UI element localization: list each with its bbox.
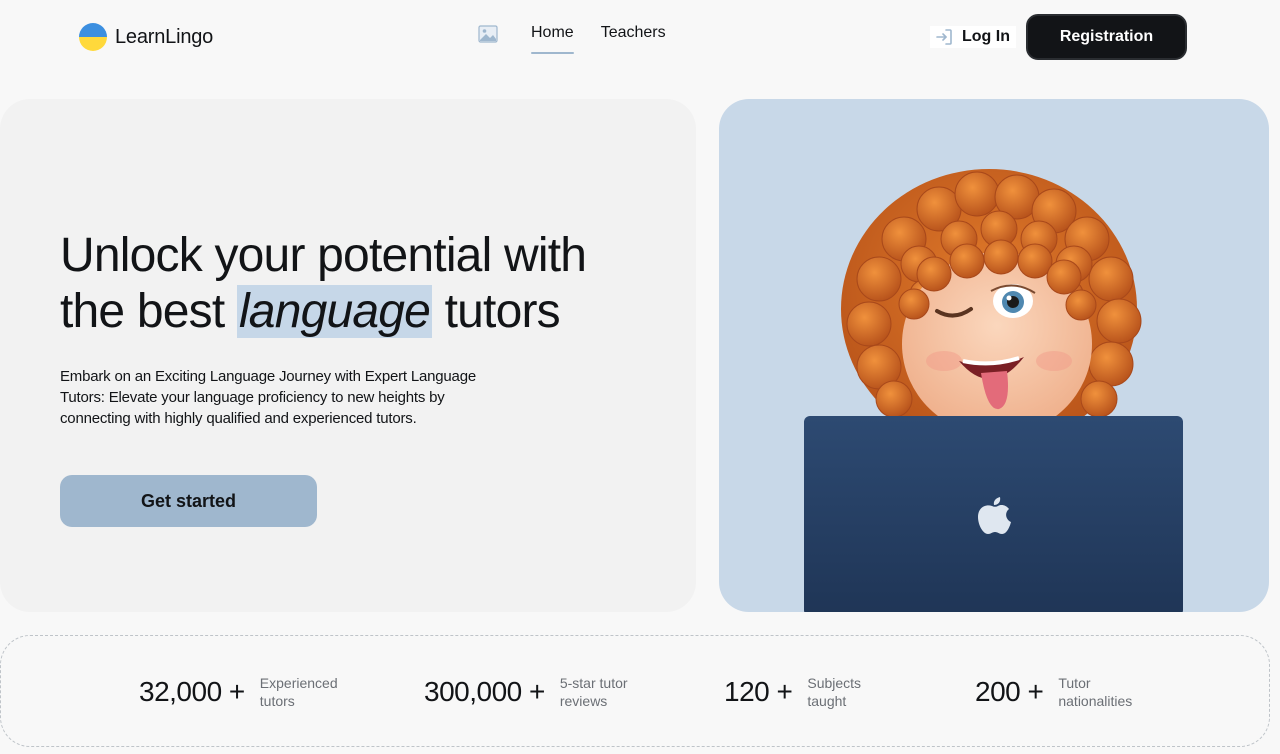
site-header: LearnLingo Home Teachers Log In Registra… (0, 0, 1280, 74)
brand-name: LearnLingo (115, 25, 214, 48)
hero-title-part2: tutors (432, 285, 561, 338)
stat-value: 300,000 + (424, 676, 545, 707)
main-nav: Home Teachers (531, 24, 666, 54)
get-started-button[interactable]: Get started (60, 475, 317, 527)
stats-bar: 32,000 + Experienced tutors 300,000 + 5-… (0, 635, 1270, 747)
login-icon (936, 29, 952, 45)
stat-tutor-nationalities: 200 + Tutor nationalities (975, 636, 1138, 748)
stat-value: 32,000 + (139, 676, 245, 707)
stat-label: 5-star tutor reviews (559, 675, 628, 709)
stat-value: 120 + (724, 676, 793, 707)
hero-illustration (719, 99, 1269, 612)
nav-teachers-link[interactable]: Teachers (601, 24, 666, 49)
stat-five-star-reviews: 300,000 + 5-star tutor reviews (424, 636, 640, 748)
hero-description: Embark on an Exciting Language Journey w… (60, 368, 476, 427)
hero-title-highlight: language (236, 285, 433, 338)
stat-label: Tutor nationalities (1058, 675, 1133, 709)
broken-image-icon (478, 25, 498, 43)
nav-home-link[interactable]: Home (531, 24, 574, 54)
ukraine-flag-icon (79, 23, 107, 51)
hero-title: Unlock your potential with the best lang… (60, 228, 620, 340)
registration-button[interactable]: Registration (1026, 14, 1187, 60)
stat-value: 200 + (975, 676, 1044, 707)
stat-label: Subjects taught (807, 675, 862, 709)
stat-label: Experienced tutors (259, 675, 338, 709)
stat-experienced-tutors: 32,000 + Experienced tutors (139, 636, 340, 748)
login-button[interactable]: Log In (930, 26, 1016, 48)
hero-card (0, 99, 696, 612)
login-label: Log In (962, 28, 1010, 45)
stat-subjects-taught: 120 + Subjects taught (724, 636, 877, 748)
brand-logo-link[interactable]: LearnLingo (79, 23, 213, 51)
memoji-with-laptop-illustration (804, 169, 1183, 612)
